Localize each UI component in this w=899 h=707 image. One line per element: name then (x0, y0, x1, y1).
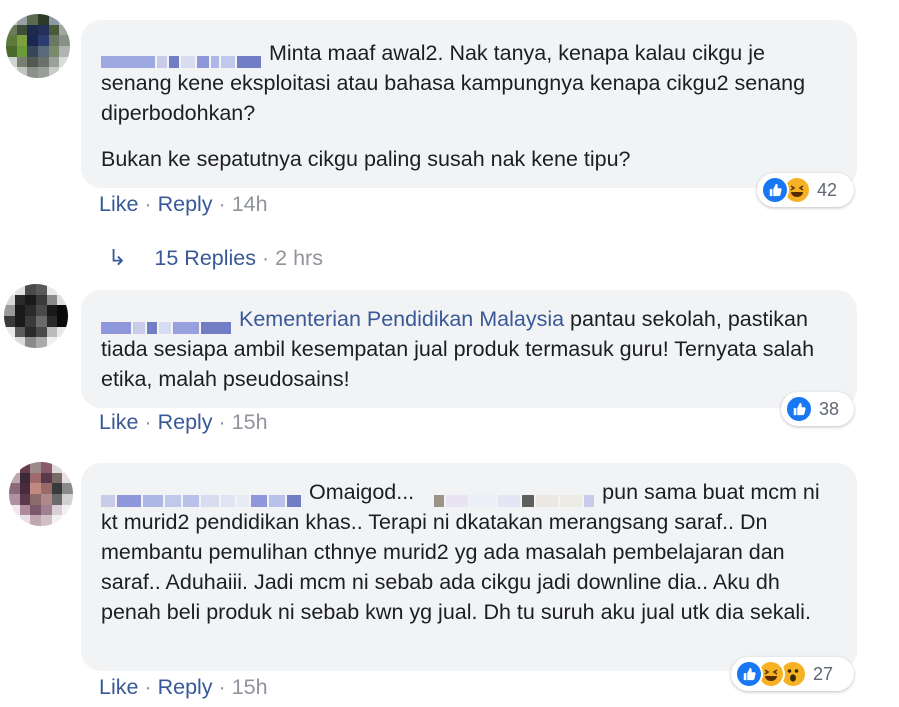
comment-bubble: Minta maaf awal2. Nak tanya, kenapa kala… (81, 20, 857, 188)
reaction-summary[interactable]: 42 (757, 173, 854, 207)
like-icon (785, 395, 813, 423)
avatar[interactable] (4, 284, 68, 348)
comment-actions: Like · Reply · 14h (99, 192, 268, 216)
comment-timestamp[interactable]: 15h (232, 410, 268, 434)
like-link[interactable]: Like (99, 410, 138, 434)
reaction-summary[interactable]: 38 (781, 392, 854, 426)
reaction-summary[interactable]: 27 (731, 657, 854, 691)
comment-text: pun (602, 480, 639, 504)
replies-count-link[interactable]: 15 Replies (154, 246, 256, 270)
reaction-count: 27 (813, 663, 834, 684)
comment-text: Bukan ke sepatutnya cikgu paling susah n… (101, 147, 631, 171)
like-link[interactable]: Like (99, 675, 138, 699)
avatar[interactable] (9, 462, 73, 526)
comment-timestamp[interactable]: 14h (232, 192, 268, 216)
commenter-name-redacted[interactable] (101, 484, 303, 507)
reply-link[interactable]: Reply (158, 192, 213, 216)
comment-timestamp[interactable]: 15h (232, 675, 268, 699)
comment-actions: Like · Reply · 15h (99, 675, 268, 699)
reply-link[interactable]: Reply (158, 675, 213, 699)
page-mention-link[interactable]: Kementerian Pendidikan Malaysia (239, 307, 564, 331)
reaction-count: 42 (817, 179, 838, 200)
comment-bubble: Omaigod... pun sama buat mcm ni kt murid… (81, 463, 857, 671)
reaction-count: 38 (819, 398, 840, 419)
comment-text: Omaigod... (309, 480, 415, 504)
like-icon (761, 176, 789, 204)
commenter-name-redacted[interactable] (101, 45, 263, 68)
like-link[interactable]: Like (99, 192, 138, 216)
tagged-name-redacted[interactable] (434, 484, 596, 507)
comment-bubble: Kementerian Pendidikan Malaysia pantau s… (81, 290, 857, 408)
view-replies[interactable]: ↳ 15 Replies · 2 hrs (108, 245, 323, 271)
avatar[interactable] (6, 14, 70, 78)
commenter-name-redacted[interactable] (101, 311, 233, 334)
comment-actions: Like · Reply · 15h (99, 410, 268, 434)
replies-timestamp: 2 hrs (275, 246, 323, 270)
reply-arrow-icon: ↳ (108, 245, 127, 270)
like-icon (735, 660, 763, 688)
reply-link[interactable]: Reply (158, 410, 213, 434)
